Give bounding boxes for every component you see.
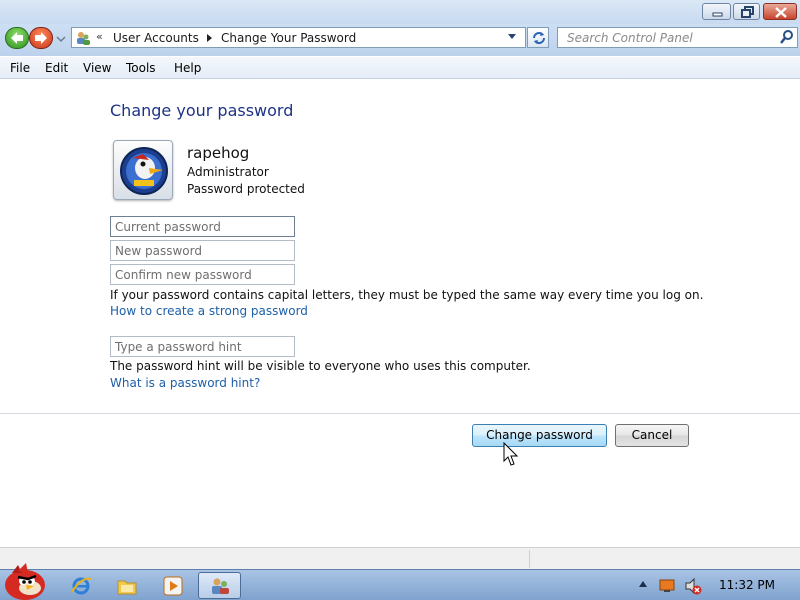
media-player-icon[interactable] bbox=[162, 575, 184, 597]
avatar bbox=[113, 140, 173, 200]
user-status: Password protected bbox=[187, 182, 305, 196]
user-accounts-icon bbox=[75, 30, 91, 46]
network-icon[interactable] bbox=[659, 577, 681, 599]
new-password-field[interactable] bbox=[110, 240, 295, 261]
title-bar bbox=[0, 0, 800, 24]
user-role: Administrator bbox=[187, 165, 269, 179]
user-accounts-icon bbox=[212, 578, 229, 594]
page-title: Change your password bbox=[110, 101, 294, 120]
menu-edit[interactable]: Edit bbox=[45, 61, 68, 75]
close-icon bbox=[775, 7, 787, 18]
restore-button[interactable] bbox=[733, 3, 760, 20]
show-hidden-icons-icon[interactable] bbox=[639, 581, 647, 587]
forward-button[interactable] bbox=[29, 27, 53, 49]
address-dropdown-icon[interactable] bbox=[508, 34, 516, 39]
confirm-password-field[interactable] bbox=[110, 264, 295, 285]
search-placeholder: Search Control Panel bbox=[567, 31, 693, 45]
password-hint-field[interactable] bbox=[110, 336, 295, 357]
menu-file[interactable]: File bbox=[10, 61, 30, 75]
back-button[interactable] bbox=[5, 27, 29, 49]
internet-explorer-icon[interactable] bbox=[70, 575, 92, 597]
breadcrumb-change-password[interactable]: Change Your Password bbox=[221, 31, 356, 45]
status-separator bbox=[529, 550, 530, 568]
menu-bar: File Edit View Tools Help bbox=[0, 57, 800, 79]
search-input[interactable]: Search Control Panel bbox=[557, 27, 798, 48]
address-bar[interactable]: « User Accounts Change Your Password bbox=[71, 27, 526, 48]
address-overflow[interactable]: « bbox=[96, 30, 103, 43]
menu-tools[interactable]: Tools bbox=[126, 61, 156, 75]
change-password-button[interactable]: Change password bbox=[472, 424, 607, 447]
navigation-bar: « User Accounts Change Your Password Sea… bbox=[0, 24, 800, 56]
back-arrow-icon bbox=[11, 32, 23, 44]
cancel-button[interactable]: Cancel bbox=[615, 424, 689, 447]
menu-help[interactable]: Help bbox=[174, 61, 201, 75]
minimize-button[interactable] bbox=[702, 3, 731, 20]
breadcrumb-arrow-icon[interactable] bbox=[207, 34, 212, 42]
breadcrumb-user-accounts[interactable]: User Accounts bbox=[113, 31, 199, 45]
start-orb-icon[interactable] bbox=[2, 561, 48, 600]
restore-icon bbox=[741, 6, 754, 18]
clock[interactable]: 11:32 PM bbox=[719, 578, 775, 592]
folder-icon[interactable] bbox=[116, 575, 138, 597]
divider bbox=[0, 413, 800, 414]
status-bar bbox=[0, 547, 800, 569]
password-hint-link[interactable]: What is a password hint? bbox=[110, 376, 260, 390]
current-password-field[interactable] bbox=[110, 216, 295, 237]
strong-password-link[interactable]: How to create a strong password bbox=[110, 304, 308, 318]
search-icon[interactable] bbox=[780, 30, 794, 45]
user-picture-icon bbox=[120, 147, 168, 195]
refresh-button[interactable] bbox=[527, 27, 549, 48]
taskbar: 11:32 PM bbox=[0, 563, 800, 600]
control-panel-taskbar-button[interactable] bbox=[198, 572, 241, 599]
hint-visibility-note: The password hint will be visible to eve… bbox=[110, 359, 531, 373]
forward-arrow-icon bbox=[35, 32, 47, 44]
menu-view[interactable]: View bbox=[83, 61, 111, 75]
chevron-down-icon bbox=[56, 36, 66, 43]
close-button[interactable] bbox=[763, 3, 797, 20]
refresh-icon bbox=[533, 32, 545, 44]
recent-pages-dropdown[interactable] bbox=[56, 34, 66, 44]
user-name: rapehog bbox=[187, 144, 250, 162]
minimize-icon bbox=[712, 12, 723, 17]
volume-muted-icon[interactable] bbox=[684, 577, 706, 599]
mouse-cursor-icon bbox=[503, 442, 519, 466]
main-content: Change your password rapehog Administrat… bbox=[0, 80, 800, 547]
capital-letters-note: If your password contains capital letter… bbox=[110, 288, 704, 302]
